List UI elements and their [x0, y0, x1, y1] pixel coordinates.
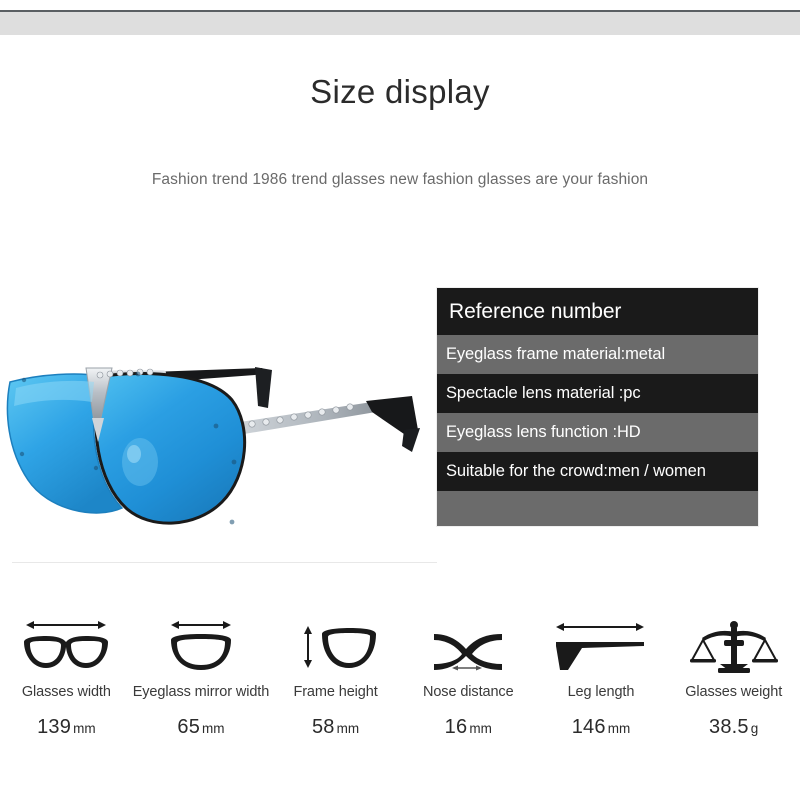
measurement-number: 38.5: [709, 716, 749, 738]
measurement-number: 139: [37, 716, 72, 738]
spec-panel-heading: Reference number: [437, 288, 758, 335]
measurement-value: 65 mm: [177, 716, 224, 739]
measurement-unit: mm: [607, 721, 631, 736]
measurements-strip: Glasses width 139 mm Eyeglass mirror widt…: [0, 612, 800, 739]
measurement-label: Glasses weight: [685, 684, 783, 700]
spec-row: Eyeglass frame material:metal: [437, 335, 758, 374]
product-photo: [0, 330, 440, 580]
spec-row: Eyeglass lens function :HD: [437, 413, 758, 452]
spec-row: Spectacle lens material :pc: [437, 374, 758, 413]
measurement-number: 65: [177, 716, 201, 738]
frame-height-icon: [286, 612, 386, 678]
balance-scale-icon: [684, 612, 784, 678]
measurement-label: Nose distance: [422, 684, 514, 700]
measurement-value: 139 mm: [37, 716, 95, 739]
measurement-glasses-width: Glasses width 139 mm: [0, 612, 133, 739]
measurement-nose-distance: Nose distance 16 mm: [402, 612, 535, 739]
temple-arm-icon: [546, 612, 656, 678]
measurement-glasses-weight: Glasses weight 38.5 g: [667, 612, 800, 739]
sunglasses-illustration: [6, 367, 420, 525]
spec-row: Suitable for the crowd:men / women: [437, 452, 758, 491]
measurement-number: 146: [571, 716, 606, 738]
measurement-unit: mm: [469, 721, 492, 736]
reference-spec-panel: Reference number Eyeglass frame material…: [437, 288, 758, 526]
page-title: Size display: [310, 73, 490, 110]
measurement-unit: g: [750, 721, 759, 736]
measurement-unit: mm: [336, 721, 360, 736]
header: Size display: [0, 72, 800, 112]
measurement-unit: mm: [202, 721, 225, 736]
top-decorative-band: [0, 10, 800, 35]
measurement-label: Eyeglass mirror width: [132, 684, 270, 700]
measurement-number: 58: [311, 716, 335, 738]
measurement-label: Frame height: [293, 684, 378, 700]
measurement-value: 16 mm: [445, 716, 492, 739]
spec-row-filler: [437, 491, 758, 526]
measurement-frame-height: Frame height 58 mm: [269, 612, 402, 739]
page-subtitle: Fashion trend 1986 trend glasses new fas…: [151, 171, 649, 188]
nose-bridge-icon: [418, 612, 518, 678]
measurement-value: 38.5 g: [709, 716, 758, 739]
measurement-leg-length: Leg length 146 mm: [535, 612, 668, 739]
measurement-label: Leg length: [567, 684, 635, 700]
measurement-eyeglass-mirror-width: Eyeglass mirror width 65 mm: [132, 612, 270, 739]
measurement-unit: mm: [73, 721, 96, 736]
measurement-value: 58 mm: [312, 716, 359, 739]
glasses-frame-width-icon: [16, 612, 116, 678]
measurement-value: 146 mm: [572, 716, 630, 739]
measurement-number: 16: [444, 716, 468, 738]
photo-baseline: [12, 562, 437, 563]
measurement-label: Glasses width: [21, 684, 111, 700]
eyeglass-lens-width-icon: [151, 612, 251, 678]
